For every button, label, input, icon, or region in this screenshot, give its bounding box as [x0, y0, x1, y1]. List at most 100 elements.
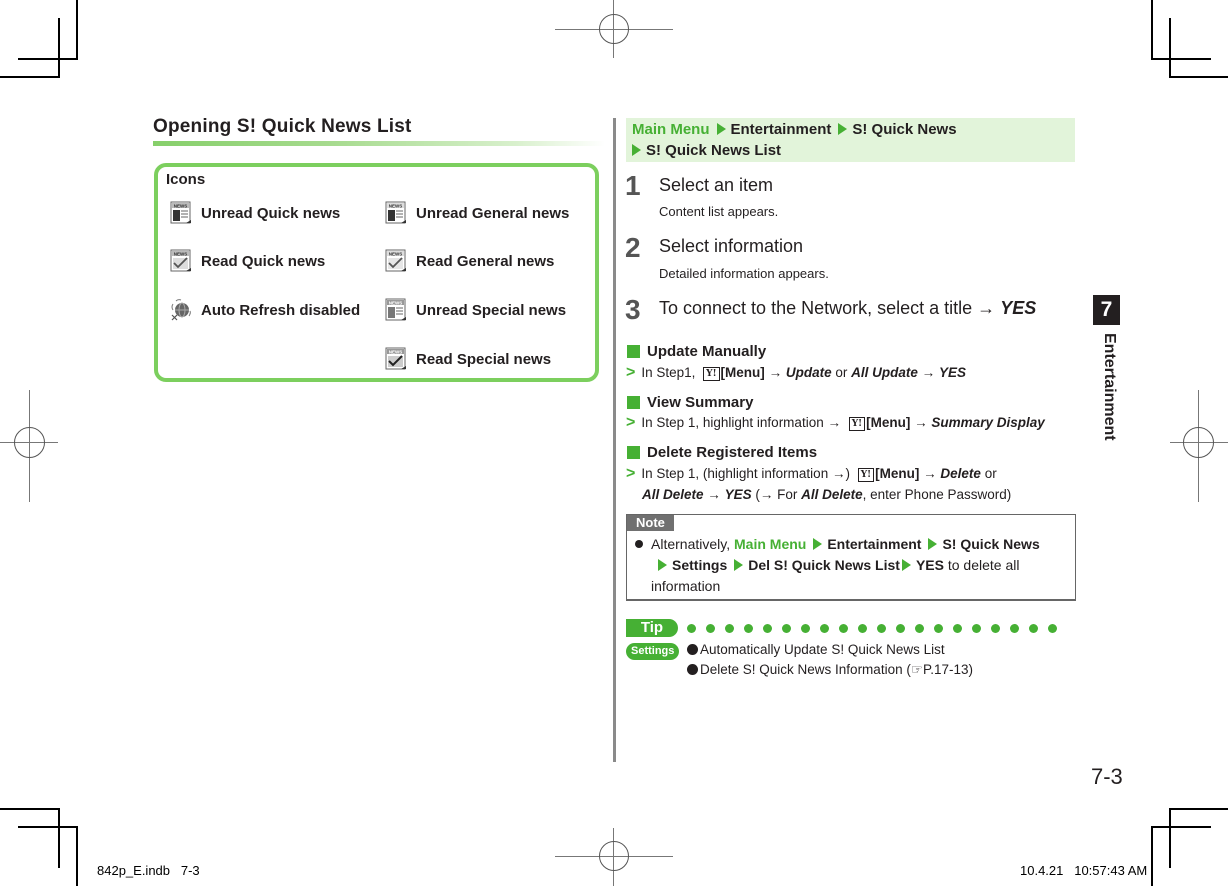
- icon-legend-item: Auto Refresh disabled: [170, 298, 360, 322]
- triangle-right-icon: [901, 559, 911, 571]
- chapter-label-text: Entertainment: [1101, 333, 1118, 441]
- option-text: Summary Display: [931, 415, 1045, 430]
- option-text: YES: [938, 365, 966, 380]
- instruction-text: ): [845, 466, 850, 481]
- newspaper-read-icon: NEWS: [385, 347, 406, 370]
- icon-legend-item: NEWS Read General news: [385, 249, 554, 273]
- triangle-right-icon: [813, 538, 823, 550]
- newspaper-unread-icon: NEWS: [385, 298, 406, 321]
- chapter-label: Entertainment: [1096, 333, 1118, 448]
- option-text: Delete: [940, 466, 981, 481]
- green-square-icon: [627, 345, 640, 358]
- icon-legend-item: NEWS Read Special news: [385, 347, 551, 371]
- option-text: Update: [785, 365, 832, 380]
- subsection-heading: Delete Registered Items: [627, 444, 817, 461]
- note-path-item: Settings: [672, 557, 728, 573]
- menu-label: [Menu]: [875, 466, 920, 481]
- step-number: 2: [625, 232, 641, 263]
- page-reference-link[interactable]: P.17-13): [923, 662, 973, 677]
- icon-label: Unread General news: [416, 204, 570, 222]
- menu-key-icon: Y!: [857, 468, 875, 482]
- triangle-right-icon: [928, 538, 938, 550]
- tip-item: Delete S! Quick News Information (☞P.17-…: [687, 662, 973, 678]
- newspaper-read-icon: NEWS: [385, 249, 406, 272]
- icon-label: Read General news: [416, 252, 555, 270]
- svg-text:NEWS: NEWS: [389, 349, 403, 354]
- breadcrumb-item: Main Menu: [632, 121, 710, 138]
- arrow-icon: →: [914, 415, 928, 430]
- icon-label: Unread Special news: [416, 301, 567, 319]
- instruction-line: > In Step 1, (highlight information →) Y!…: [626, 463, 1066, 505]
- triangle-right-icon: [734, 559, 744, 571]
- menu-key-icon: Y!: [848, 417, 866, 431]
- tip-dotted-rule: [687, 624, 1057, 633]
- settings-tag: Settings: [626, 643, 680, 660]
- arrow-icon: →: [827, 415, 841, 430]
- triangle-right-icon: [838, 123, 848, 135]
- arrow-icon: →: [831, 466, 846, 481]
- chevron-right-icon: >: [626, 364, 636, 381]
- green-square-icon: [627, 446, 640, 459]
- tip-tag: Tip: [626, 619, 678, 637]
- breadcrumb-item: Entertainment: [730, 121, 832, 138]
- arrow-icon: →: [768, 365, 783, 380]
- svg-text:NEWS: NEWS: [389, 300, 403, 305]
- bullet-icon: [635, 540, 643, 548]
- subsection-heading-text: Update Manually: [647, 343, 767, 360]
- newspaper-unread-icon: NEWS: [170, 201, 191, 224]
- note-path-item: YES: [915, 557, 944, 573]
- breadcrumb-item: S! Quick News List: [646, 142, 782, 159]
- step-number: 3: [625, 294, 641, 325]
- svg-text:NEWS: NEWS: [174, 203, 188, 208]
- bullet-icon: [687, 664, 698, 675]
- newspaper-unread-icon: NEWS: [385, 201, 406, 224]
- note-path-item: Main Menu: [734, 536, 807, 552]
- subsection-heading-text: Delete Registered Items: [647, 444, 818, 461]
- arrow-icon: →: [977, 298, 996, 318]
- print-slug-timestamp: 10.4.21 10:57:43 AM: [1020, 863, 1148, 878]
- tip-item: Automatically Update S! Quick News List: [687, 642, 945, 657]
- connector-text: or: [835, 365, 848, 380]
- step-title-text: To connect to the Network, select a titl…: [659, 298, 973, 318]
- subsection-heading: View Summary: [627, 394, 753, 411]
- arrow-icon: →: [707, 487, 721, 502]
- step-description: Content list appears.: [659, 204, 779, 219]
- icon-legend-item: NEWS Unread Quick news: [170, 201, 340, 225]
- breadcrumb: Main Menu Entertainment S! Quick News S! Q…: [626, 118, 1075, 162]
- note-path-item: Del S! Quick News List: [748, 557, 900, 573]
- print-slug-file: 842p_E.indb 7-3: [97, 863, 200, 878]
- arrow-icon: →: [921, 365, 936, 380]
- arrow-icon: →: [759, 487, 774, 502]
- menu-label: [Menu]: [720, 365, 765, 380]
- icons-heading: Icons: [166, 171, 206, 188]
- instruction-line: > In Step1, Y! [Menu] → Update or All Upda…: [626, 362, 966, 383]
- step-number: 1: [625, 170, 641, 201]
- instruction-text: , enter Phone Password): [862, 487, 1012, 502]
- note-path-item: S! Quick News: [942, 536, 1040, 552]
- chevron-right-icon: >: [626, 465, 636, 482]
- option-text: YES: [724, 487, 752, 502]
- chapter-number-tab: 7: [1093, 295, 1120, 325]
- instruction-line: > In Step 1, highlight information → Y! [M…: [626, 412, 1045, 433]
- icon-legend-item: NEWS Read Quick news: [170, 249, 325, 273]
- icon-legend-item: NEWS Unread Special news: [385, 298, 566, 322]
- svg-text:NEWS: NEWS: [174, 251, 188, 256]
- arrow-icon: →: [923, 466, 937, 481]
- menu-key-icon: Y!: [703, 367, 720, 381]
- breadcrumb-item: S! Quick News: [852, 121, 957, 138]
- option-text: All Delete: [801, 487, 863, 502]
- note-path-item: Entertainment: [827, 536, 922, 552]
- triangle-right-icon: [632, 144, 641, 156]
- page-number: 7-3: [1091, 764, 1123, 789]
- svg-text:NEWS: NEWS: [389, 203, 403, 208]
- icon-label: Unread Quick news: [201, 204, 341, 222]
- option-text: All Update: [851, 365, 918, 380]
- globe-disabled-icon: [171, 299, 191, 321]
- note-tail: information: [651, 578, 721, 594]
- svg-text:NEWS: NEWS: [389, 251, 403, 256]
- column-divider: [613, 118, 616, 762]
- note-intro: Alternatively,: [651, 536, 731, 552]
- note-box: Note Alternatively, Main Menu Entertainme…: [626, 514, 1076, 601]
- step-title: To connect to the Network, select a titl…: [659, 298, 1036, 319]
- note-tag: Note: [627, 515, 674, 531]
